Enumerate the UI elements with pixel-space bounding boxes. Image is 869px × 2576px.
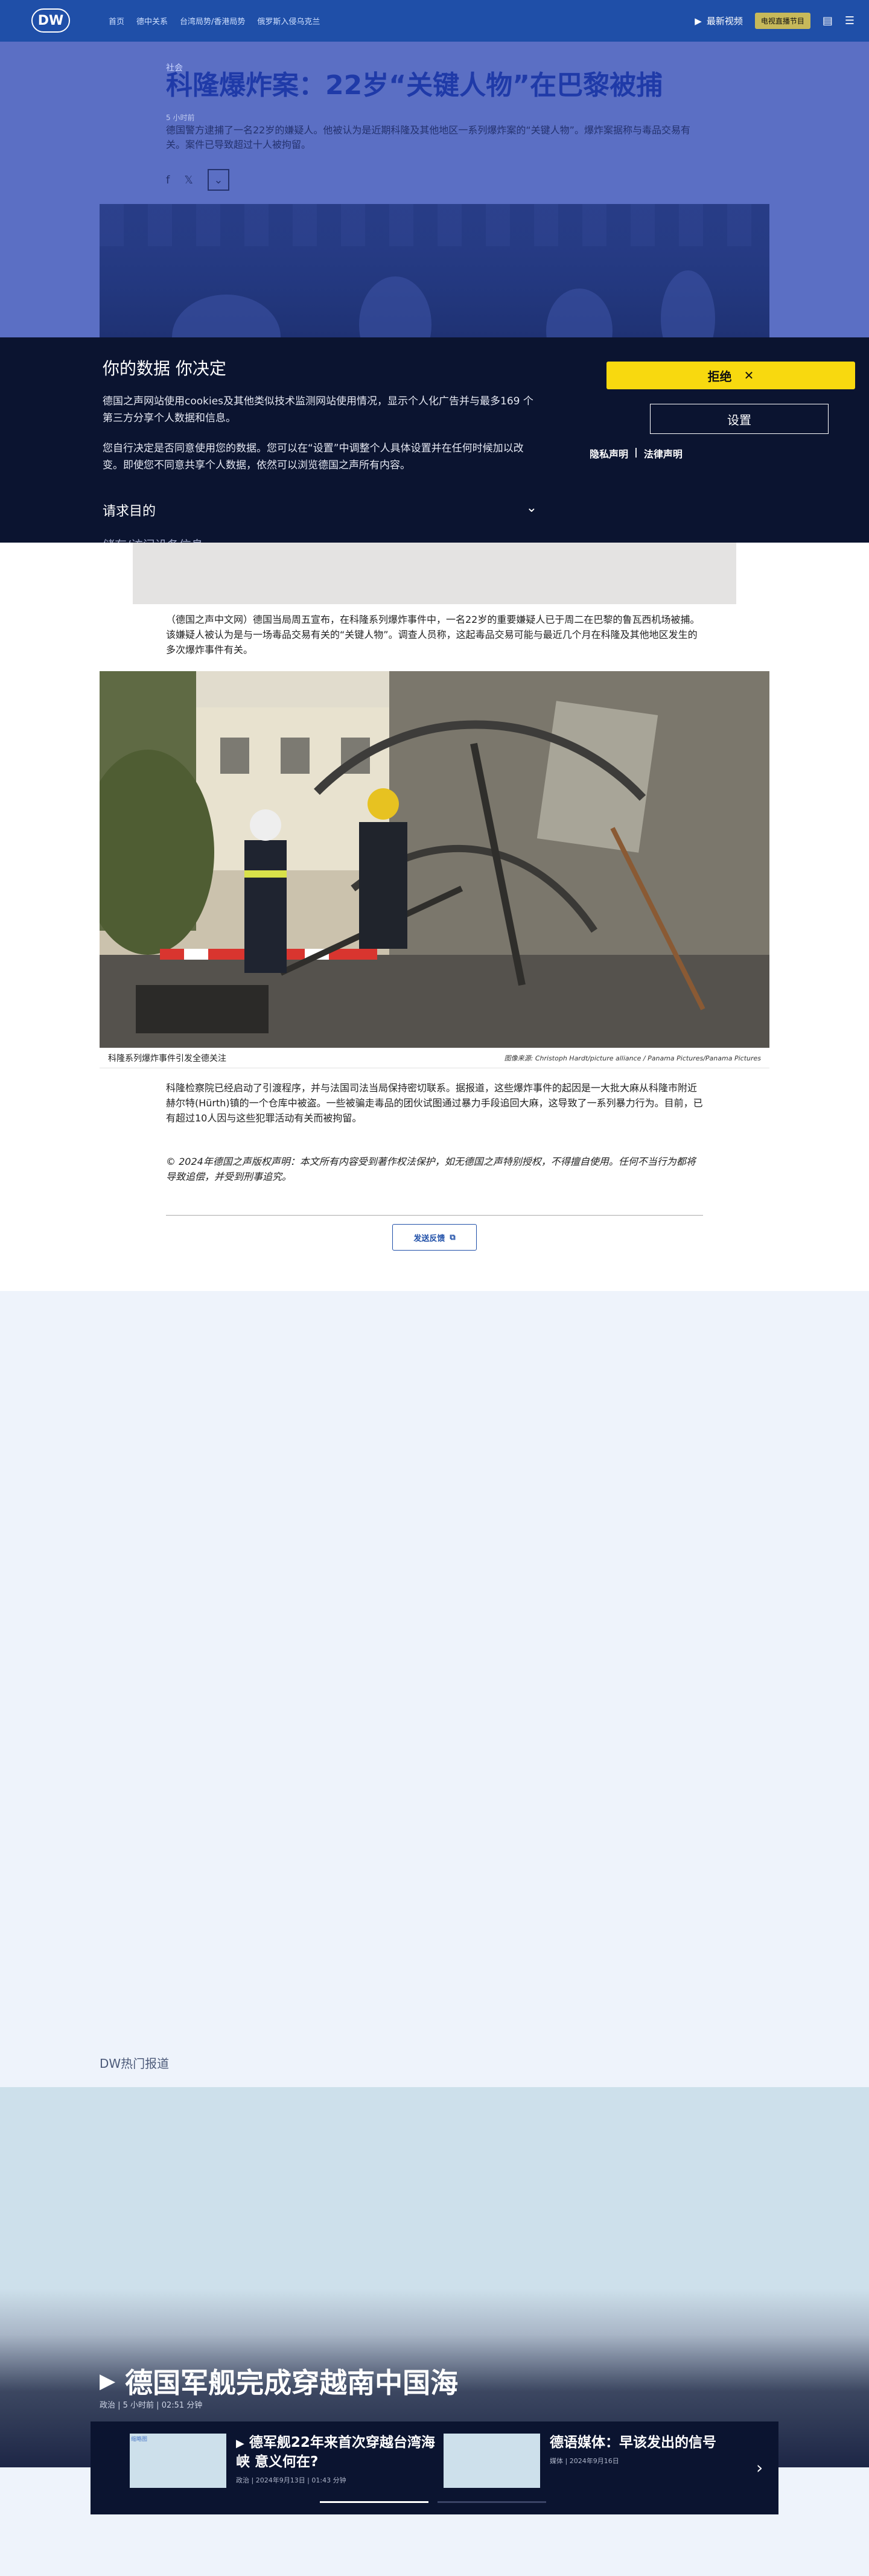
article-paragraph: （德国之声中文网）德国当局周五宣布，在科隆系列爆炸事件中，一名22岁的重要嫌疑人…: [166, 614, 700, 655]
purpose-item-cut: 储存/访问设备信息: [103, 535, 203, 543]
video-camera-icon: ▶: [695, 15, 702, 27]
purpose-label: 请求目的: [103, 504, 156, 519]
nav-item-ukraine[interactable]: 俄罗斯入侵乌克兰: [257, 15, 320, 27]
nav-item-germany-china[interactable]: 德中关系: [136, 15, 168, 27]
settings-label: 设置: [727, 412, 751, 427]
card-thumbnail: [444, 2434, 540, 2488]
divider: [166, 1215, 703, 1216]
image-credit: 图像来源: Christoph Hardt/picture alliance /…: [504, 1054, 761, 1062]
legal-link[interactable]: 法律声明: [644, 446, 683, 461]
featured-video-title[interactable]: ▶ 德国军舰完成穿越南中国海: [100, 2361, 458, 2401]
facebook-icon[interactable]: f: [166, 174, 170, 187]
copy-icon: ⧉: [450, 1232, 456, 1242]
settings-button[interactable]: 设置: [650, 404, 829, 434]
privacy-link[interactable]: 隐私声明: [590, 446, 628, 461]
live-video-link[interactable]: ▶ 最新视频: [695, 14, 743, 27]
card-title: ▶ 德军舰22年来首次穿越台湾海峡 意义何在?: [236, 2434, 441, 2472]
share-bar: f 𝕏 ⌄: [166, 169, 229, 191]
consent-text: 德国之声网站使用cookies及其他类似技术监测网站使用情况，显示个人化广告并与…: [103, 395, 533, 424]
video-camera-icon: ▶: [236, 2437, 244, 2450]
reject-button[interactable]: 拒绝 ✕: [606, 362, 855, 389]
menu-icon[interactable]: ☰: [845, 14, 855, 27]
thumbnail-alt: 缩略图: [131, 2437, 148, 2443]
article-time: 5 小时前: [166, 113, 195, 122]
hot-reports-panel: [0, 2087, 869, 2467]
card-title-text: 德军舰22年来首次穿越台湾海峡 意义何在?: [236, 2435, 435, 2470]
carousel-card[interactable]: 缩略图 ▶ 德军舰22年来首次穿越台湾海峡 意义何在? 政治 | 2024年9月…: [130, 2434, 441, 2488]
copyright-notice: © 2024年德国之声版权声明：本文所有内容受到著作权法保护，如无德国之声特别授…: [166, 1156, 696, 1182]
live-video-label: 最新视频: [706, 16, 743, 27]
consent-title: 你的数据 你决定: [103, 359, 226, 378]
card-thumbnail: 缩略图: [130, 2434, 226, 2488]
language-icon[interactable]: ▤: [823, 14, 833, 27]
nav-item-taiwan-hongkong[interactable]: 台湾局势/香港局势: [180, 15, 245, 27]
main-nav: 首页 德中关系 台湾局势/香港局势 俄罗斯入侵乌克兰: [109, 0, 320, 42]
nav-item-home[interactable]: 首页: [109, 15, 124, 27]
video-carousel: 缩略图 ▶ 德军舰22年来首次穿越台湾海峡 意义何在? 政治 | 2024年9月…: [91, 2421, 778, 2514]
card-title: 德语媒体：早该发出的信号: [550, 2435, 716, 2450]
figure-caption: 科隆系列爆炸事件引发全德关注 图像来源: Christoph Hardt/pic…: [100, 1048, 769, 1068]
hot-reports-heading: DW热门报道: [100, 2056, 170, 2071]
send-feedback-button[interactable]: 发送反馈 ⧉: [392, 1224, 477, 1251]
x-icon[interactable]: 𝕏: [184, 174, 193, 187]
article-paragraph: 科隆检察院已经启动了引渡程序，并与法国司法当局保持密切联系。据报道，这些爆炸事件…: [166, 1082, 703, 1124]
feedback-label: 发送反馈: [413, 1234, 445, 1243]
chevron-down-icon: ⌄: [526, 500, 537, 515]
consent-links: 隐私声明 | 法律声明: [590, 446, 683, 461]
explosion-scene-photo: [100, 671, 769, 1048]
header-actions: ▶ 最新视频 电视直播节目 ▤ ☰: [695, 0, 855, 42]
article-figure: [100, 671, 769, 1048]
image-placeholder: [133, 543, 736, 604]
tv-live-label: 电视直播节目: [760, 17, 804, 25]
chevron-right-icon[interactable]: ›: [756, 2458, 763, 2478]
hero-image: [100, 204, 769, 338]
chevron-down-icon: ⌄: [214, 173, 223, 187]
carousel-progress: [438, 2501, 546, 2503]
carousel-card[interactable]: 德语媒体：早该发出的信号 媒体 | 2024年9月16日: [444, 2434, 755, 2488]
cookie-consent-banner: 你的数据 你决定 德国之声网站使用cookies及其他类似技术监测网站使用情况，…: [0, 337, 869, 543]
featured-meta: 政治 | 5 小时前 | 02:51 分钟: [100, 2401, 203, 2410]
reject-label: 拒绝: [707, 369, 732, 384]
site-header: DW 首页 德中关系 台湾局势/香港局势 俄罗斯入侵乌克兰 ▶ 最新视频 电视直…: [0, 0, 869, 42]
carousel-progress-active: [320, 2501, 428, 2503]
featured-title-text: 德国军舰完成穿越南中国海: [125, 2367, 459, 2399]
link-separator: |: [634, 446, 638, 457]
consent-text: 您自行决定是否同意使用您的数据。您可以在“设置”中调整个人具体设置并在任何时候加…: [103, 442, 524, 471]
video-camera-icon: ▶: [100, 2369, 116, 2393]
article-title: 科隆爆炸案：22岁“关键人物”在巴黎被捕: [166, 70, 663, 101]
more-share-button[interactable]: ⌄: [207, 169, 229, 191]
purpose-accordion[interactable]: 请求目的 ⌄: [103, 500, 537, 520]
article-lead: 德国警方逮捕了一名22岁的嫌疑人。他被认为是近期科隆及其他地区一系列爆炸案的“关…: [166, 124, 690, 150]
tv-live-button[interactable]: 电视直播节目: [754, 13, 810, 29]
dw-logo[interactable]: DW: [31, 8, 70, 33]
card-meta: 媒体 | 2024年9月16日: [550, 2457, 619, 2465]
close-icon: ✕: [743, 368, 754, 383]
card-meta: 政治 | 2024年9月13日 | 01:43 分钟: [236, 2476, 346, 2484]
caption-text: 科隆系列爆炸事件引发全德关注: [108, 1053, 226, 1063]
